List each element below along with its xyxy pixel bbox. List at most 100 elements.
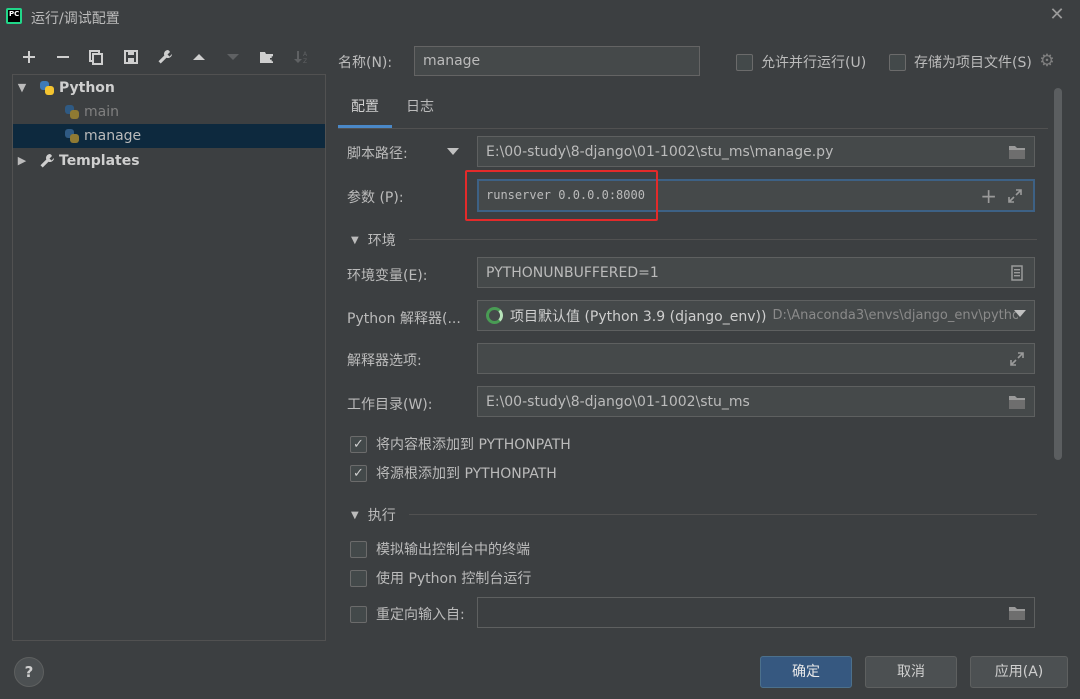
name-input[interactable]: manage bbox=[414, 46, 700, 76]
cancel-button[interactable]: 取消 bbox=[865, 656, 957, 688]
section-divider bbox=[409, 514, 1037, 515]
folder-browse-icon[interactable] bbox=[1008, 604, 1026, 622]
close-icon[interactable]: ✕ bbox=[1048, 6, 1066, 24]
emulate-terminal-row[interactable]: 模拟输出控制台中的终端 bbox=[350, 539, 530, 559]
tree-item-label: main bbox=[84, 104, 119, 120]
interpreter-label: Python 解释器(... bbox=[347, 311, 461, 327]
store-project-checkbox[interactable] bbox=[889, 53, 906, 71]
python-icon bbox=[39, 80, 55, 96]
env-vars-value: PYTHONUNBUFFERED=1 bbox=[486, 264, 659, 281]
section-divider bbox=[409, 239, 1037, 240]
python-console-label: 使用 Python 控制台运行 bbox=[376, 571, 532, 587]
add-source-roots-checkbox[interactable]: ✓ bbox=[350, 464, 367, 482]
tree-item-manage[interactable]: manage bbox=[13, 124, 325, 148]
script-path-value: E:\00-study\8-django\01-1002\stu_ms\mana… bbox=[486, 143, 834, 160]
env-section-header[interactable]: ▼ 环境 bbox=[351, 230, 396, 250]
add-source-roots-row[interactable]: ✓ 将源根添加到 PYTHONPATH bbox=[350, 463, 557, 483]
tree-item-templates[interactable]: ▶ Templates bbox=[13, 149, 325, 173]
pycharm-logo-icon: PC bbox=[6, 8, 22, 24]
add-source-roots-label: 将源根添加到 PYTHONPATH bbox=[376, 466, 557, 482]
python-console-checkbox[interactable] bbox=[350, 569, 367, 587]
interpreter-value: 项目默认值 (Python 3.9 (django_env)) bbox=[510, 308, 767, 325]
emulate-terminal-label: 模拟输出控制台中的终端 bbox=[376, 542, 530, 558]
help-button[interactable]: ? bbox=[14, 657, 44, 687]
copy-icon[interactable] bbox=[84, 45, 108, 69]
exec-section-label: 执行 bbox=[367, 508, 396, 524]
wrench-icon[interactable] bbox=[153, 45, 177, 69]
loading-spinner-icon bbox=[486, 307, 503, 324]
sort-az-icon[interactable]: AZ bbox=[289, 45, 313, 69]
script-type-dropdown-icon[interactable] bbox=[447, 148, 459, 155]
redirect-input-row[interactable]: 重定向输入自: bbox=[350, 604, 465, 624]
tab-config[interactable]: 配置 bbox=[338, 92, 392, 128]
store-project-label: 存储为项目文件(S) bbox=[914, 55, 1032, 71]
ok-button[interactable]: 确定 bbox=[760, 656, 852, 688]
emulate-terminal-checkbox[interactable] bbox=[350, 540, 367, 558]
tab-log[interactable]: 日志 bbox=[400, 92, 440, 128]
logo-text: PC bbox=[9, 10, 20, 18]
tree-item-label: Templates bbox=[59, 153, 140, 169]
store-project-row[interactable]: 存储为项目文件(S) bbox=[889, 52, 1032, 72]
env-section-label: 环境 bbox=[367, 233, 396, 249]
document-icon[interactable] bbox=[1008, 264, 1026, 282]
apply-button[interactable]: 应用(A) bbox=[970, 656, 1068, 688]
script-path-label: 脚本路径: bbox=[347, 146, 408, 162]
workdir-field[interactable]: E:\00-study\8-django\01-1002\stu_ms bbox=[477, 386, 1035, 417]
exec-section-header[interactable]: ▼ 执行 bbox=[351, 505, 396, 525]
folder-add-icon[interactable] bbox=[255, 45, 279, 69]
env-vars-label: 环境变量(E): bbox=[347, 268, 428, 284]
save-icon[interactable] bbox=[119, 45, 143, 69]
add-content-roots-checkbox[interactable]: ✓ bbox=[350, 435, 367, 453]
folder-browse-icon[interactable] bbox=[1008, 393, 1026, 411]
workdir-label: 工作目录(W): bbox=[347, 397, 433, 413]
script-path-field[interactable]: E:\00-study\8-django\01-1002\stu_ms\mana… bbox=[477, 136, 1035, 167]
workdir-value: E:\00-study\8-django\01-1002\stu_ms bbox=[486, 393, 750, 410]
python-icon bbox=[64, 128, 80, 144]
move-down-icon[interactable] bbox=[221, 45, 245, 69]
svg-text:Z: Z bbox=[303, 58, 307, 65]
expand-arrow-icon[interactable]: ▼ bbox=[16, 82, 28, 94]
params-label: 参数 (P): bbox=[347, 190, 404, 206]
add-macro-icon[interactable]: + bbox=[980, 184, 997, 208]
tree-item-python[interactable]: ▼ Python bbox=[13, 76, 325, 100]
redirect-input-field[interactable] bbox=[477, 597, 1035, 628]
wrench-icon bbox=[39, 153, 55, 169]
allow-parallel-row[interactable]: 允许并行运行(U) bbox=[736, 52, 866, 72]
configuration-tree[interactable]: ▼ Python main manage ▶ Templates bbox=[12, 74, 326, 641]
tab-divider bbox=[338, 128, 1048, 129]
interpreter-select[interactable]: 项目默认值 (Python 3.9 (django_env)) D:\Anaco… bbox=[477, 300, 1035, 331]
interpreter-path: D:\Anaconda3\envs\django_env\python. bbox=[772, 308, 1019, 323]
expand-icon[interactable] bbox=[1008, 350, 1026, 368]
expand-icon[interactable] bbox=[1007, 188, 1023, 204]
add-icon[interactable] bbox=[17, 45, 41, 69]
tree-item-main[interactable]: main bbox=[13, 100, 325, 124]
python-icon bbox=[64, 104, 80, 120]
folder-browse-icon[interactable] bbox=[1008, 143, 1026, 161]
name-label: 名称(N): bbox=[338, 55, 393, 71]
move-up-icon[interactable] bbox=[187, 45, 211, 69]
env-vars-field[interactable]: PYTHONUNBUFFERED=1 bbox=[477, 257, 1035, 288]
collapse-triangle-icon: ▼ bbox=[351, 509, 359, 521]
redirect-input-checkbox[interactable] bbox=[350, 605, 367, 623]
allow-parallel-checkbox[interactable] bbox=[736, 53, 753, 71]
remove-icon[interactable] bbox=[51, 45, 75, 69]
redirect-input-label: 重定向输入自: bbox=[376, 607, 465, 623]
add-content-roots-row[interactable]: ✓ 将内容根添加到 PYTHONPATH bbox=[350, 434, 571, 454]
interp-options-field[interactable] bbox=[477, 343, 1035, 374]
gear-icon[interactable]: ⚙ bbox=[1038, 52, 1056, 70]
interp-options-label: 解释器选项: bbox=[347, 353, 422, 369]
collapse-triangle-icon: ▼ bbox=[351, 234, 359, 246]
tree-item-label: manage bbox=[84, 128, 142, 144]
chevron-down-icon[interactable] bbox=[1014, 310, 1026, 317]
allow-parallel-label: 允许并行运行(U) bbox=[761, 55, 867, 71]
svg-text:A: A bbox=[303, 51, 308, 58]
name-input-value: manage bbox=[423, 53, 481, 69]
python-console-row[interactable]: 使用 Python 控制台运行 bbox=[350, 568, 531, 588]
title-bar bbox=[0, 0, 1080, 34]
tree-item-label: Python bbox=[59, 80, 115, 96]
collapse-arrow-icon[interactable]: ▶ bbox=[16, 155, 28, 167]
highlight-box bbox=[465, 170, 658, 221]
window-title: 运行/调试配置 bbox=[31, 11, 120, 27]
scrollbar[interactable] bbox=[1054, 88, 1062, 460]
add-content-roots-label: 将内容根添加到 PYTHONPATH bbox=[376, 437, 571, 453]
